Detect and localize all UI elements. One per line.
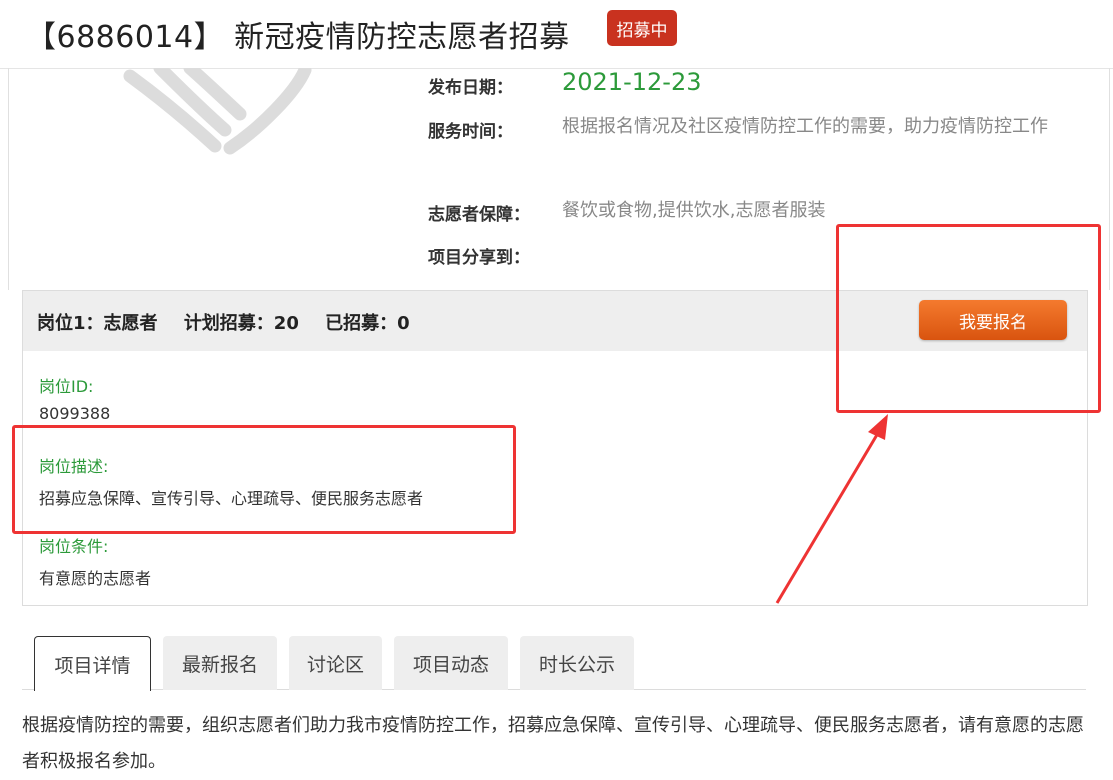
tab-project-details[interactable]: 项目详情 xyxy=(34,636,151,691)
tab-project-updates[interactable]: 项目动态 xyxy=(394,636,508,690)
project-detail-text: 根据疫情防控的需要，组织志愿者们助力我市疫情防控工作，招募应急保障、宣传引导、心… xyxy=(22,715,1084,772)
tab-latest-signups[interactable]: 最新报名 xyxy=(163,636,277,690)
tab-duration-publicity[interactable]: 时长公示 xyxy=(520,636,634,690)
tab-discussion[interactable]: 讨论区 xyxy=(289,636,382,690)
